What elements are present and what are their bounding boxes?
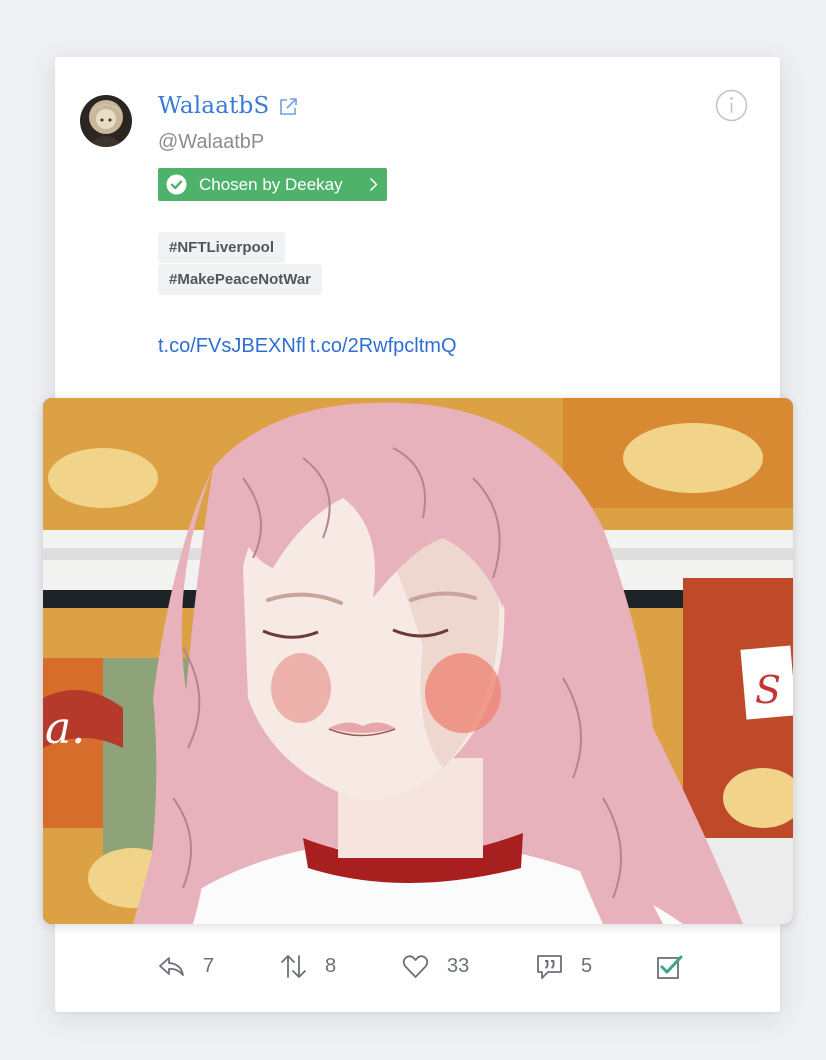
like-count: 33 xyxy=(447,955,470,977)
svg-text:a.: a. xyxy=(45,703,85,754)
check-circle-icon xyxy=(166,174,187,195)
quote-button[interactable]: 5 xyxy=(535,952,592,981)
illustration-image: a. S xyxy=(43,398,793,924)
checkbox-icon xyxy=(657,955,683,979)
like-button[interactable]: 33 xyxy=(401,952,469,981)
retweet-count: 8 xyxy=(325,955,337,977)
quote-count: 5 xyxy=(581,955,593,977)
hashtag[interactable]: #MakePeaceNotWar xyxy=(158,264,323,295)
badge-label: Chosen by Deekay xyxy=(199,174,343,194)
hashtag[interactable]: #NFTLiverpool xyxy=(158,232,286,263)
user-handle[interactable]: @WalaatbP xyxy=(158,131,264,154)
link[interactable]: t.co/2RwfpcltmQ xyxy=(310,335,457,357)
chosen-by-badge[interactable]: Chosen by Deekay xyxy=(158,168,387,201)
tweet-links: t.co/FVsJBEXNfl t.co/2RwfpcltmQ xyxy=(158,335,461,358)
reply-icon xyxy=(159,957,184,976)
display-name[interactable]: WalaatbS xyxy=(158,93,269,119)
quote-icon xyxy=(537,955,562,979)
heart-icon xyxy=(402,955,429,978)
retweet-button[interactable]: 8 xyxy=(279,952,336,981)
tweet-actions: 7 8 33 5 xyxy=(0,952,826,984)
chevron-right-icon xyxy=(369,177,378,192)
svg-text:S: S xyxy=(755,668,781,712)
external-link-icon[interactable] xyxy=(278,96,299,117)
info-icon[interactable] xyxy=(715,89,748,122)
select-checkbox[interactable] xyxy=(655,952,701,981)
link[interactable]: t.co/FVsJBEXNfl xyxy=(158,335,306,357)
retweet-icon xyxy=(281,955,306,978)
user-name-row: WalaatbS xyxy=(158,93,299,119)
reply-button[interactable]: 7 xyxy=(157,952,214,981)
reply-count: 7 xyxy=(203,955,215,977)
avatar[interactable] xyxy=(80,95,132,147)
tweet-image[interactable]: a. S xyxy=(43,398,793,924)
